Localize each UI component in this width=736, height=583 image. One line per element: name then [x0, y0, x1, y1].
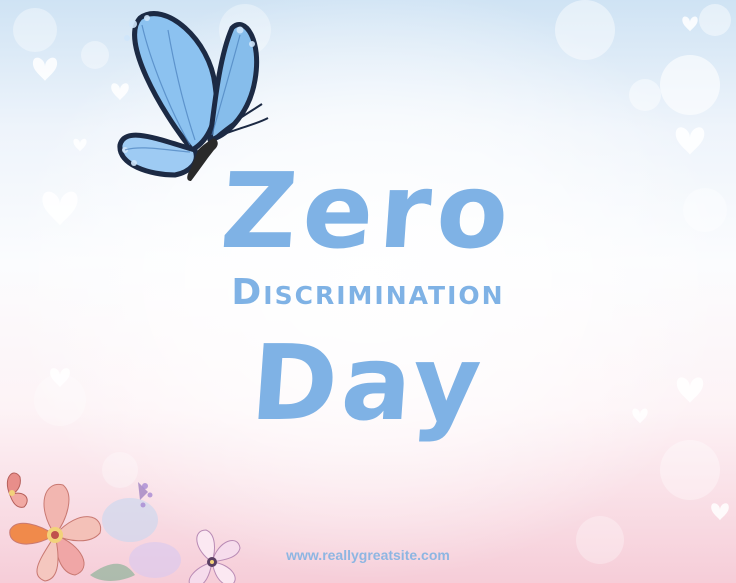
title-zero: Zero — [217, 150, 519, 272]
website-url: www.reallygreatsite.com — [286, 547, 450, 563]
title-discrimination: Discrimination — [231, 272, 505, 313]
poster-card: Zero Discrimination Day www.reallygreats… — [0, 0, 736, 583]
title-day: Day — [247, 322, 489, 444]
